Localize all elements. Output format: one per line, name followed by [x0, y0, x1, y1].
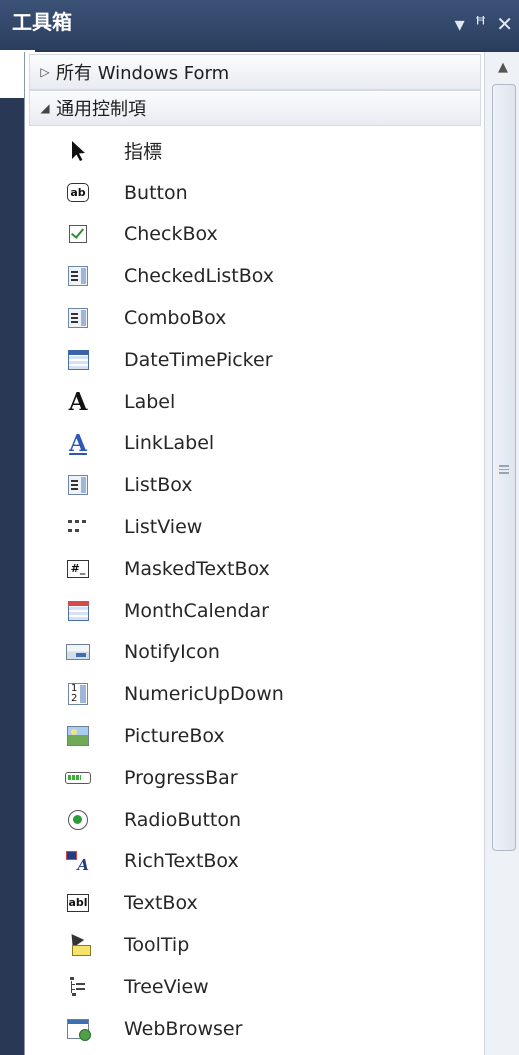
toolbox-item-progressbar[interactable]: ProgressBar [25, 757, 483, 799]
treeview-icon [70, 976, 85, 996]
button-icon: ab [67, 183, 89, 203]
item-label: LinkLabel [124, 432, 215, 455]
item-label: MonthCalendar [124, 599, 269, 622]
section-common-controls[interactable]: ◢ 通用控制項 [29, 90, 481, 126]
item-label: RichTextBox [124, 850, 239, 873]
item-label: CheckBox [124, 223, 218, 246]
toolbox-item-combobox[interactable]: ComboBox [25, 297, 483, 339]
item-label: NumericUpDown [124, 683, 284, 706]
notifyicon-icon [66, 644, 90, 661]
label-icon: A [68, 386, 88, 416]
monthcalendar-icon [67, 600, 89, 621]
linklabel-icon: A [69, 429, 87, 457]
toolbox-panel: ▷ 所有 Windows Form ◢ 通用控制項 指標 ab Button C… [24, 52, 519, 1055]
item-label: PictureBox [124, 725, 225, 748]
toolbox-content: ▷ 所有 Windows Form ◢ 通用控制項 指標 ab Button C… [25, 52, 483, 1055]
listbox-icon [68, 475, 88, 496]
toolbox-item-radiobutton[interactable]: RadioButton [25, 799, 483, 841]
item-label: ToolTip [124, 934, 190, 957]
numericupdown-icon: 1 2 [68, 683, 88, 706]
progressbar-icon [65, 771, 91, 784]
item-label: ComboBox [124, 307, 227, 330]
toolbox-item-label[interactable]: A Label [25, 381, 483, 423]
toolbox-item-treeview[interactable]: TreeView [25, 966, 483, 1008]
item-label: NotifyIcon [124, 641, 220, 664]
title-bar: 工具箱 ▾ ꟸ ✕ [0, 0, 519, 50]
dropdown-icon[interactable]: ▾ [455, 14, 465, 34]
listview-icon [68, 520, 86, 533]
scrollbar-thumb[interactable] [492, 84, 516, 851]
item-label: ProgressBar [124, 766, 238, 789]
datetimepicker-icon [67, 349, 89, 370]
toolbox-item-textbox[interactable]: abl TextBox [25, 882, 483, 924]
close-icon[interactable]: ✕ [496, 14, 513, 34]
radiobutton-icon [68, 809, 88, 830]
textbox-icon: abl [67, 894, 89, 913]
richtextbox-icon [67, 850, 89, 874]
item-label: TextBox [124, 892, 198, 915]
toolbox-window: 工具箱 ▾ ꟸ ✕ ▷ 所有 Windows Form ◢ 通用控制項 指標 a… [0, 0, 519, 1055]
combobox-icon [68, 308, 88, 329]
pointer-icon [62, 138, 94, 164]
toolbox-item-listview[interactable]: ListView [25, 506, 483, 548]
toolbox-item-richtextbox[interactable]: RichTextBox [25, 841, 483, 883]
toolbox-item-button[interactable]: ab Button [25, 172, 483, 214]
toolbox-item-numericupdown[interactable]: 1 2 NumericUpDown [25, 673, 483, 715]
toolbox-item-checkbox[interactable]: CheckBox [25, 214, 483, 256]
toolbox-item-datetimepicker[interactable]: DateTimePicker [25, 339, 483, 381]
picturebox-icon [67, 726, 89, 747]
item-label: WebBrowser [124, 1017, 243, 1040]
toolbox-items: 指標 ab Button CheckBox CheckedListBox Com… [25, 130, 483, 1050]
item-label: CheckedListBox [124, 265, 275, 288]
toolbox-item-webbrowser[interactable]: WebBrowser [25, 1008, 483, 1050]
window-title: 工具箱 [12, 10, 72, 34]
section-all-windows-forms[interactable]: ▷ 所有 Windows Form [29, 54, 481, 90]
toolbox-item-pointer[interactable]: 指標 [25, 130, 483, 172]
checkedlistbox-icon [68, 266, 88, 287]
scroll-up-arrow-icon[interactable]: ▲ [485, 52, 519, 82]
toolbox-item-notifyicon[interactable]: NotifyIcon [25, 632, 483, 674]
toolbox-item-monthcalendar[interactable]: MonthCalendar [25, 590, 483, 632]
item-label: TreeView [124, 975, 209, 998]
item-label: Label [124, 390, 176, 413]
webbrowser-icon [67, 1018, 91, 1041]
section-label: 通用控制項 [56, 99, 146, 120]
item-label: DateTimePicker [124, 348, 273, 371]
item-label: MaskedTextBox [124, 557, 270, 580]
toolbox-item-picturebox[interactable]: PictureBox [25, 715, 483, 757]
tooltip-icon [66, 933, 91, 957]
expanded-triangle-icon: ◢ [40, 101, 50, 115]
item-label: Button [124, 181, 188, 204]
item-label: ListView [124, 516, 203, 539]
vertical-scrollbar[interactable]: ▲ [484, 52, 519, 1055]
checkbox-icon [69, 225, 87, 244]
pin-icon[interactable]: ꟸ [475, 14, 487, 34]
toolbox-item-maskedtextbox[interactable]: #_ MaskedTextBox [25, 548, 483, 590]
maskedtextbox-icon: #_ [67, 559, 89, 578]
toolbox-item-listbox[interactable]: ListBox [25, 464, 483, 506]
toolbox-item-linklabel[interactable]: A LinkLabel [25, 423, 483, 465]
collapsed-triangle-icon: ▷ [40, 65, 50, 79]
toolbox-item-tooltip[interactable]: ToolTip [25, 924, 483, 966]
section-label: 所有 Windows Form [56, 63, 230, 84]
item-label: RadioButton [124, 808, 242, 831]
toolbox-item-checkedlistbox[interactable]: CheckedListBox [25, 255, 483, 297]
item-label: ListBox [124, 474, 193, 497]
grip-icon [499, 465, 509, 474]
title-bar-controls: ▾ ꟸ ✕ [455, 6, 513, 42]
item-label: 指標 [124, 141, 163, 164]
